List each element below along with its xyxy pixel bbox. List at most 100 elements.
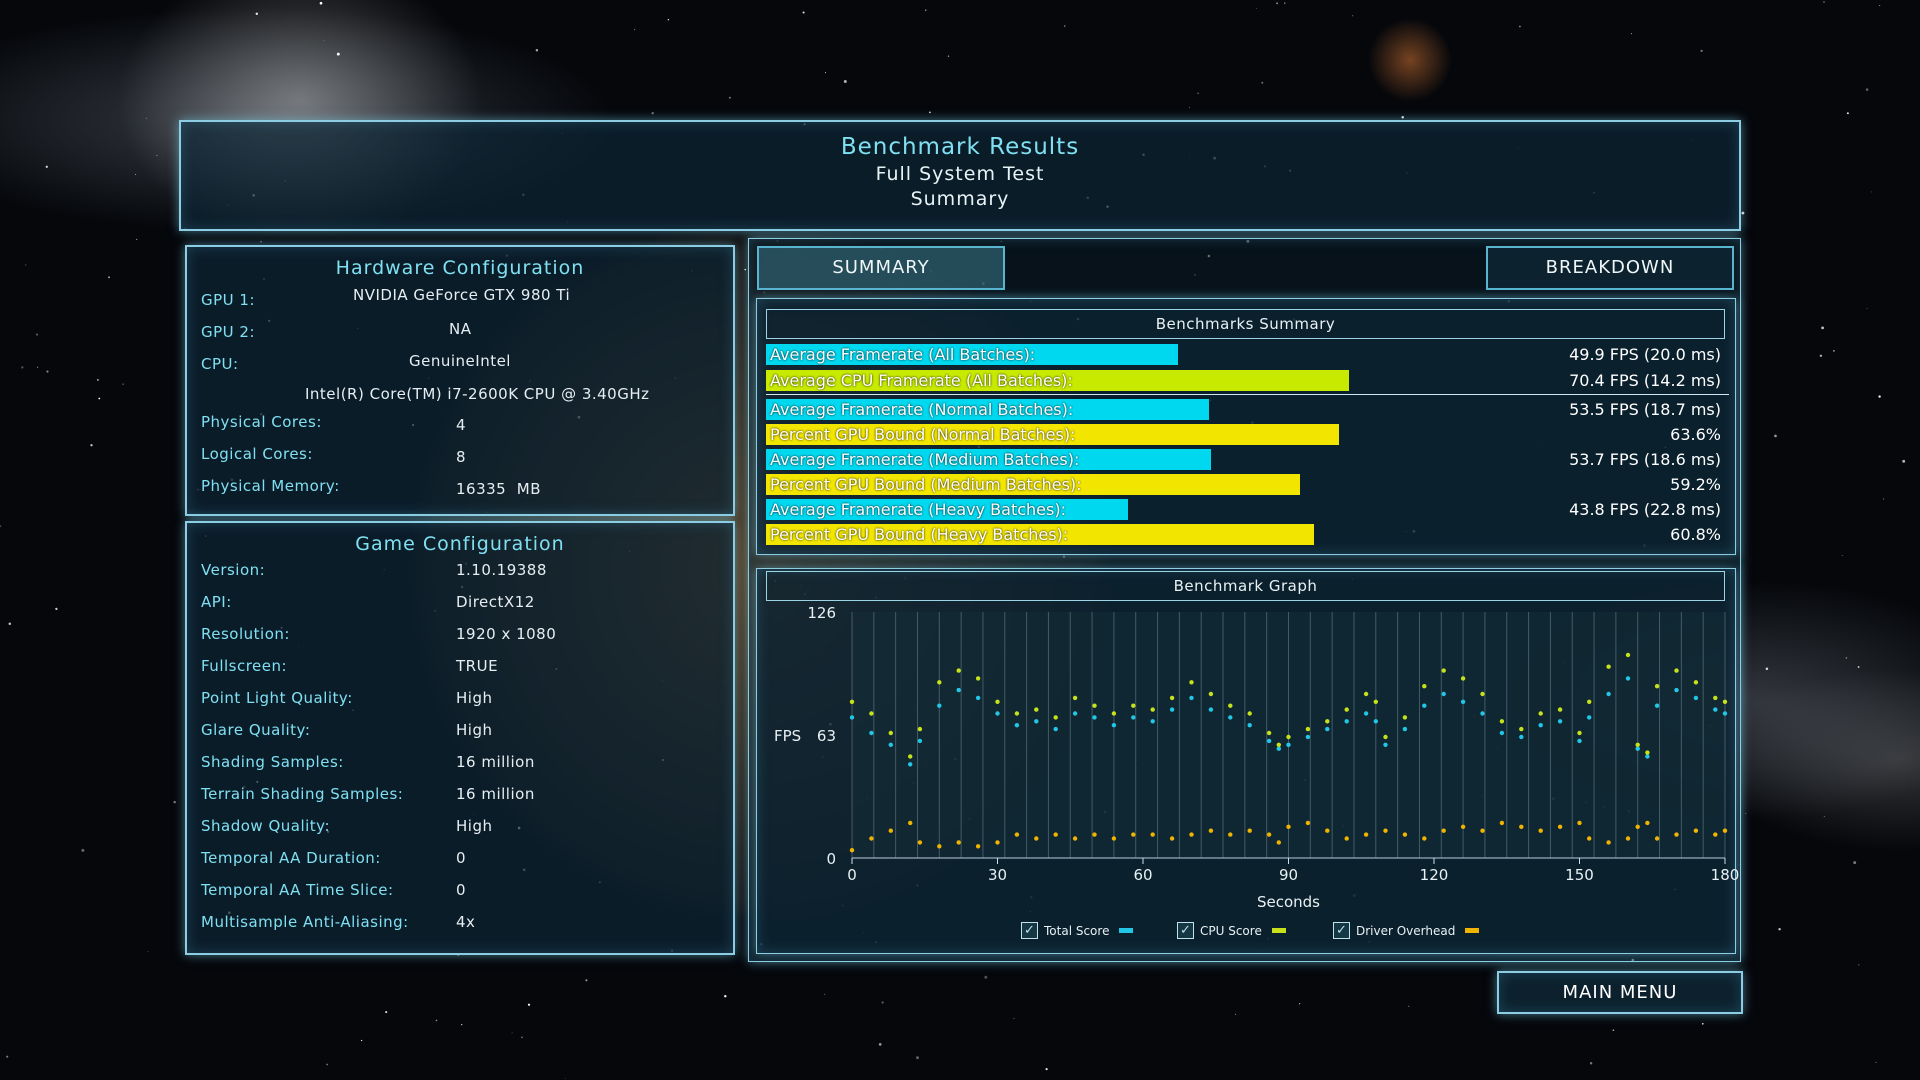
data-point xyxy=(1363,691,1369,697)
data-point xyxy=(1373,699,1379,704)
data-point xyxy=(1169,707,1175,712)
data-point xyxy=(1266,738,1272,744)
data-point xyxy=(1577,820,1582,826)
legend-item[interactable]: ✓ Driver Overhead xyxy=(1333,922,1480,939)
y-tick-label: 63 xyxy=(817,727,836,745)
legend-checkbox[interactable]: ✓ xyxy=(1177,922,1194,939)
data-point xyxy=(1693,695,1699,701)
data-point xyxy=(1189,680,1194,685)
data-point xyxy=(1305,726,1311,732)
data-point xyxy=(1480,828,1485,833)
data-point xyxy=(1402,726,1408,732)
data-point xyxy=(1276,746,1282,751)
data-point xyxy=(1208,707,1214,712)
data-point xyxy=(1150,832,1155,837)
data-point xyxy=(995,699,1000,704)
data-point xyxy=(1713,707,1718,712)
data-point xyxy=(975,844,981,849)
data-point xyxy=(1208,828,1214,833)
data-point xyxy=(1519,726,1524,732)
legend-swatch xyxy=(1465,928,1480,933)
data-point xyxy=(956,687,961,693)
data-point xyxy=(937,680,942,685)
data-point xyxy=(1383,734,1388,740)
data-point xyxy=(1422,703,1427,708)
data-point xyxy=(1131,832,1136,837)
data-point xyxy=(1654,703,1660,708)
data-point xyxy=(1228,832,1233,837)
data-point xyxy=(1460,676,1466,681)
data-point xyxy=(1053,832,1058,837)
data-point xyxy=(1519,734,1524,740)
legend-checkbox[interactable]: ✓ xyxy=(1021,922,1038,939)
data-point xyxy=(1276,742,1282,747)
data-point xyxy=(1538,723,1543,728)
data-point xyxy=(1722,711,1728,716)
x-tick-label: 150 xyxy=(1565,866,1594,884)
benchmark-graph: 0 30 60 90 120 150 180 0 63 126 FPS Seconds xyxy=(774,604,1739,911)
data-point xyxy=(1606,664,1611,669)
data-point xyxy=(975,695,981,701)
data-point xyxy=(1674,832,1679,837)
data-point xyxy=(1625,836,1631,841)
data-point xyxy=(1247,711,1252,716)
data-point xyxy=(1538,711,1543,716)
legend-swatch xyxy=(1119,928,1134,933)
data-point xyxy=(1713,695,1718,701)
data-point xyxy=(1441,828,1446,833)
data-point xyxy=(1150,719,1155,724)
data-point xyxy=(1131,703,1136,708)
data-point xyxy=(1441,691,1446,697)
data-point xyxy=(1577,738,1582,744)
main-menu-button[interactable]: MAIN MENU xyxy=(1497,971,1743,1014)
y-tick-label: 126 xyxy=(807,604,836,622)
data-point xyxy=(1674,668,1679,673)
data-point xyxy=(1606,840,1611,845)
data-point xyxy=(1325,726,1330,732)
data-point xyxy=(888,742,893,747)
data-point xyxy=(1373,719,1379,724)
data-point xyxy=(1557,719,1563,724)
data-point xyxy=(1325,719,1330,724)
data-point xyxy=(1053,726,1058,732)
legend-checkbox[interactable]: ✓ xyxy=(1333,922,1350,939)
data-point xyxy=(1557,707,1563,712)
data-point xyxy=(1092,703,1097,708)
data-point xyxy=(849,715,855,720)
data-point xyxy=(1499,820,1505,826)
data-point xyxy=(1228,703,1233,708)
legend-item[interactable]: ✓ Total Score xyxy=(1021,922,1134,939)
data-point xyxy=(1538,828,1543,833)
data-point xyxy=(1635,824,1640,829)
data-point xyxy=(1480,691,1485,697)
data-point xyxy=(1519,824,1524,829)
data-point xyxy=(1092,832,1097,837)
data-point xyxy=(888,730,893,736)
data-point xyxy=(1499,719,1505,724)
data-point xyxy=(1635,742,1640,747)
data-point xyxy=(888,828,893,833)
legend-item[interactable]: ✓ CPU Score xyxy=(1177,922,1286,939)
data-point xyxy=(917,738,923,744)
data-point xyxy=(1034,836,1039,841)
data-point xyxy=(917,840,923,845)
data-point xyxy=(1645,754,1650,759)
data-point xyxy=(1169,836,1175,841)
x-tick-label: 0 xyxy=(847,866,857,884)
legend-label: Total Score xyxy=(1044,923,1110,938)
data-point xyxy=(975,676,981,681)
y-tick-label: 0 xyxy=(826,850,836,868)
x-axis-label: Seconds xyxy=(1257,893,1320,911)
data-point xyxy=(1645,750,1650,755)
data-point xyxy=(1150,707,1155,712)
data-point xyxy=(937,844,942,849)
data-point xyxy=(1722,699,1728,704)
data-point xyxy=(1072,695,1078,701)
data-point xyxy=(1499,730,1505,736)
data-point xyxy=(1625,676,1631,681)
data-point xyxy=(1654,836,1660,841)
data-point xyxy=(908,762,913,767)
legend-swatch xyxy=(1271,928,1286,933)
data-point xyxy=(1577,730,1582,736)
data-point xyxy=(1111,836,1117,841)
